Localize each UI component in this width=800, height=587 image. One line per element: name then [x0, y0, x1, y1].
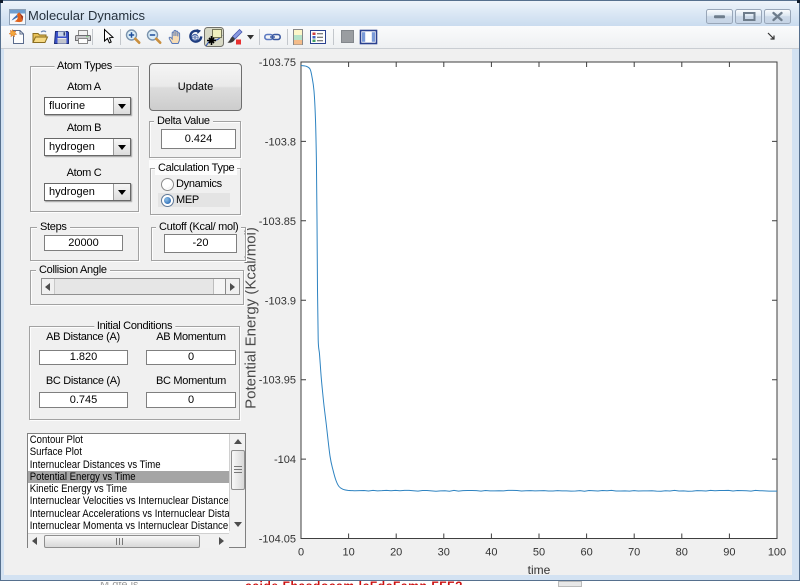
- svg-text:-104.05: -104.05: [259, 534, 296, 546]
- svg-text:50: 50: [533, 547, 545, 559]
- svg-text:time: time: [528, 563, 551, 577]
- svg-text:100: 100: [768, 547, 786, 559]
- svg-text:60: 60: [580, 547, 592, 559]
- svg-text:-103.75: -103.75: [259, 57, 296, 69]
- svg-text:90: 90: [723, 547, 735, 559]
- svg-text:-103.9: -103.9: [265, 295, 296, 307]
- svg-text:-104: -104: [274, 454, 296, 466]
- svg-text:80: 80: [676, 547, 688, 559]
- svg-text:30: 30: [438, 547, 450, 559]
- svg-text:0: 0: [298, 547, 304, 559]
- svg-text:-103.85: -103.85: [259, 216, 296, 228]
- svg-text:10: 10: [342, 547, 354, 559]
- svg-text:70: 70: [628, 547, 640, 559]
- svg-text:40: 40: [485, 547, 497, 559]
- svg-text:-103.95: -103.95: [259, 375, 296, 387]
- svg-text:20: 20: [390, 547, 402, 559]
- svg-text:-103.8: -103.8: [265, 136, 296, 148]
